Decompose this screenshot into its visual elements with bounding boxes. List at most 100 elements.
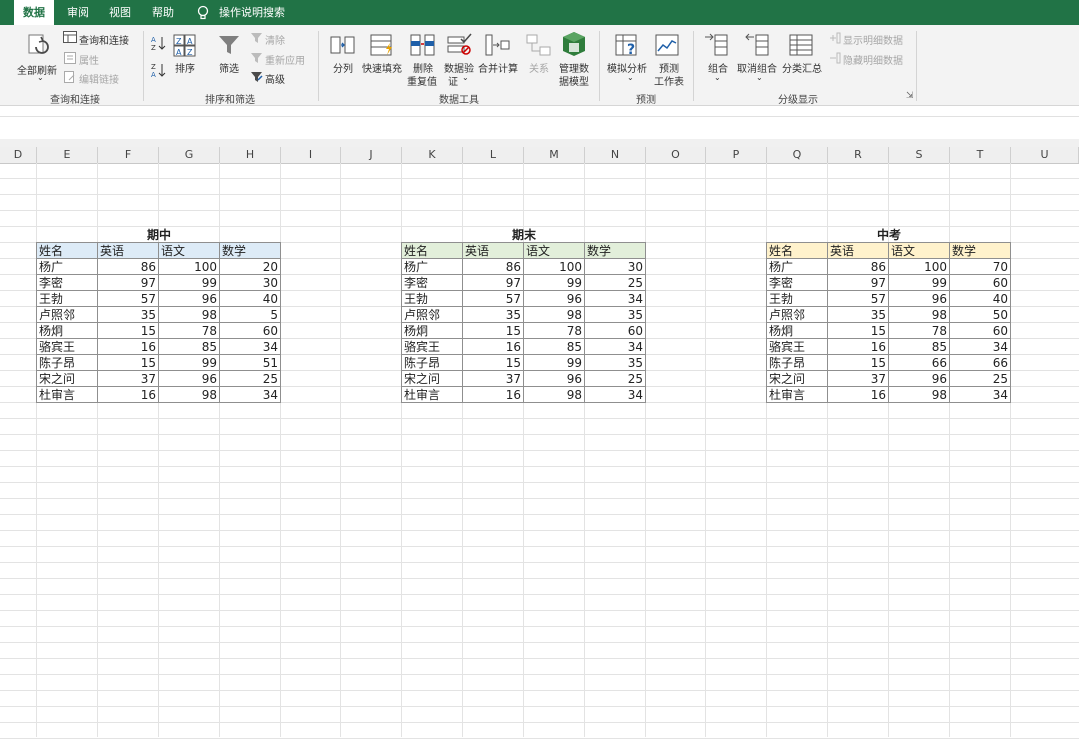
column-header-d[interactable]: D	[0, 147, 37, 163]
score-cell[interactable]: 57	[98, 291, 159, 307]
score-cell[interactable]: 34	[585, 291, 646, 307]
name-cell[interactable]: 杜审言	[767, 387, 828, 403]
score-cell[interactable]: 35	[585, 355, 646, 371]
score-cell[interactable]: 86	[98, 259, 159, 275]
score-cell[interactable]: 60	[220, 323, 281, 339]
score-cell[interactable]: 96	[889, 371, 950, 387]
tell-me-search[interactable]: 操作说明搜索	[219, 0, 285, 25]
score-cell[interactable]: 35	[98, 307, 159, 323]
column-header-i[interactable]: I	[281, 147, 341, 163]
reapply-button[interactable]: 重新应用	[265, 52, 305, 67]
score-cell[interactable]: 96	[524, 371, 585, 387]
score-cell[interactable]: 99	[889, 275, 950, 291]
header-cell[interactable]: 数学	[950, 243, 1011, 259]
score-cell[interactable]: 25	[585, 371, 646, 387]
score-cell[interactable]: 35	[463, 307, 524, 323]
score-cell[interactable]: 30	[220, 275, 281, 291]
column-header-m[interactable]: M	[524, 147, 585, 163]
worksheet-grid[interactable]: 期中 姓名 英语 语文 数学 杨广 86 100 20 李密 97 99 30 王勃 57 96 40 卢照邻 35…	[0, 163, 1079, 739]
advanced-button[interactable]: 高级	[265, 71, 285, 86]
score-cell[interactable]: 35	[828, 307, 889, 323]
score-cell[interactable]: 15	[98, 323, 159, 339]
header-cell[interactable]: 英语	[463, 243, 524, 259]
tab-data[interactable]: 数据	[14, 0, 54, 25]
score-cell[interactable]: 98	[889, 307, 950, 323]
score-cell[interactable]: 34	[585, 339, 646, 355]
score-cell[interactable]: 16	[98, 339, 159, 355]
score-cell[interactable]: 99	[159, 275, 220, 291]
name-cell[interactable]: 宋之问	[402, 371, 463, 387]
name-cell[interactable]: 杨炯	[402, 323, 463, 339]
score-cell[interactable]: 34	[950, 387, 1011, 403]
name-cell[interactable]: 卢照邻	[767, 307, 828, 323]
score-cell[interactable]: 15	[828, 323, 889, 339]
sort-button[interactable]: 排序	[175, 60, 195, 75]
score-cell[interactable]: 35	[585, 307, 646, 323]
header-cell[interactable]: 语文	[889, 243, 950, 259]
score-cell[interactable]: 60	[950, 275, 1011, 291]
column-header-j[interactable]: J	[341, 147, 402, 163]
name-cell[interactable]: 杨广	[402, 259, 463, 275]
dialog-launcher-icon[interactable]: ⇲	[906, 91, 914, 101]
score-cell[interactable]: 34	[585, 387, 646, 403]
score-cell[interactable]: 60	[585, 323, 646, 339]
score-cell[interactable]: 37	[828, 371, 889, 387]
score-cell[interactable]: 5	[220, 307, 281, 323]
score-cell[interactable]: 34	[220, 387, 281, 403]
score-cell[interactable]: 16	[463, 339, 524, 355]
score-cell[interactable]: 96	[159, 371, 220, 387]
score-cell[interactable]: 98	[524, 387, 585, 403]
score-cell[interactable]: 96	[159, 291, 220, 307]
column-header-t[interactable]: T	[950, 147, 1011, 163]
column-header-e[interactable]: E	[37, 147, 98, 163]
score-cell[interactable]: 99	[159, 355, 220, 371]
score-cell[interactable]: 30	[585, 259, 646, 275]
score-cell[interactable]: 37	[463, 371, 524, 387]
header-cell[interactable]: 姓名	[37, 243, 98, 259]
manage-data-model-button-line2[interactable]: 据模型	[559, 73, 589, 88]
properties-button[interactable]: 属性	[79, 52, 99, 67]
score-cell[interactable]: 20	[220, 259, 281, 275]
name-cell[interactable]: 陈子昂	[37, 355, 98, 371]
name-cell[interactable]: 王勃	[37, 291, 98, 307]
show-detail-button[interactable]: 显示明细数据	[843, 32, 903, 47]
name-cell[interactable]: 杨炯	[37, 323, 98, 339]
score-cell[interactable]: 57	[828, 291, 889, 307]
column-header-p[interactable]: P	[706, 147, 767, 163]
score-cell[interactable]: 78	[159, 323, 220, 339]
score-cell[interactable]: 98	[159, 307, 220, 323]
score-cell[interactable]: 78	[889, 323, 950, 339]
score-cell[interactable]: 98	[524, 307, 585, 323]
score-cell[interactable]: 16	[98, 387, 159, 403]
tab-view[interactable]: 视图	[109, 0, 131, 25]
score-cell[interactable]: 85	[889, 339, 950, 355]
header-cell[interactable]: 姓名	[402, 243, 463, 259]
name-cell[interactable]: 骆宾王	[37, 339, 98, 355]
score-cell[interactable]: 86	[463, 259, 524, 275]
column-header-s[interactable]: S	[889, 147, 950, 163]
column-header-q[interactable]: Q	[767, 147, 828, 163]
forecast-sheet-button-line2[interactable]: 工作表	[654, 73, 684, 88]
score-cell[interactable]: 37	[98, 371, 159, 387]
score-cell[interactable]: 34	[950, 339, 1011, 355]
score-cell[interactable]: 99	[524, 355, 585, 371]
score-cell[interactable]: 34	[220, 339, 281, 355]
query-connections-button[interactable]: 查询和连接	[79, 32, 129, 47]
score-cell[interactable]: 60	[950, 323, 1011, 339]
header-cell[interactable]: 语文	[524, 243, 585, 259]
score-cell[interactable]: 66	[950, 355, 1011, 371]
name-cell[interactable]: 卢照邻	[37, 307, 98, 323]
hide-detail-button[interactable]: 隐藏明细数据	[843, 52, 903, 67]
tab-review[interactable]: 审阅	[67, 0, 89, 25]
name-cell[interactable]: 陈子昂	[402, 355, 463, 371]
score-cell[interactable]: 51	[220, 355, 281, 371]
column-header-h[interactable]: H	[220, 147, 281, 163]
score-cell[interactable]: 25	[585, 275, 646, 291]
score-cell[interactable]: 40	[950, 291, 1011, 307]
header-cell[interactable]: 语文	[159, 243, 220, 259]
formula-bar[interactable]	[0, 116, 1079, 140]
score-cell[interactable]: 50	[950, 307, 1011, 323]
score-cell[interactable]: 40	[220, 291, 281, 307]
score-cell[interactable]: 86	[828, 259, 889, 275]
flash-fill-button[interactable]: 快速填充	[362, 60, 402, 75]
